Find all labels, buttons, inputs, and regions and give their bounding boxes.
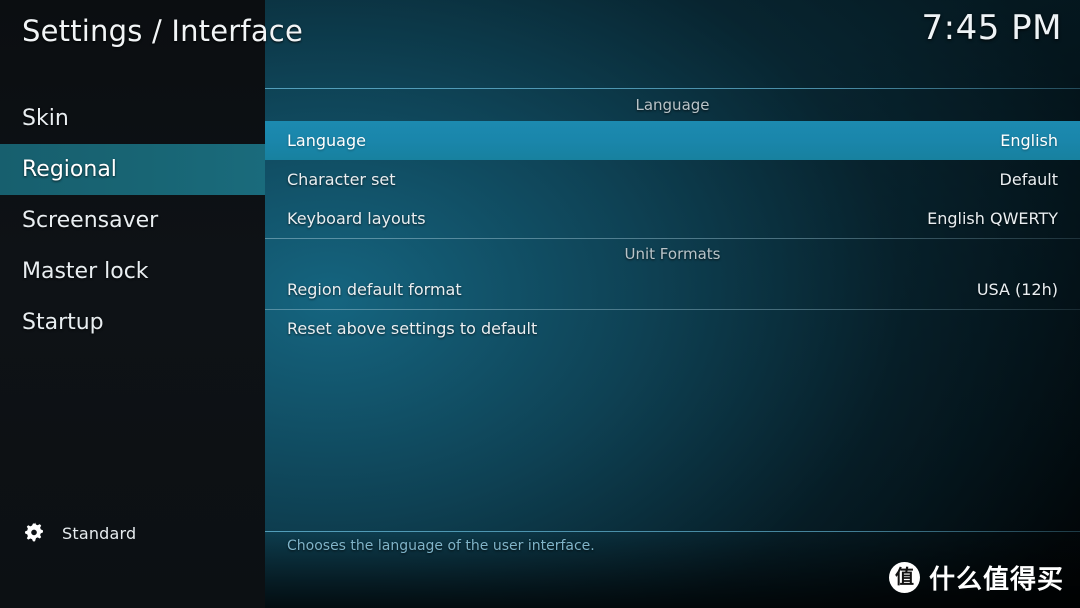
sidebar: Skin Regional Screensaver Master lock Startu… xyxy=(0,0,265,608)
settings-level-label: Standard xyxy=(62,523,137,543)
setting-description: Chooses the language of the user interfa… xyxy=(287,538,595,554)
watermark-logo-icon: 值 xyxy=(888,562,920,593)
sidebar-item-label: Screensaver xyxy=(22,208,159,233)
sidebar-item-skin[interactable]: Skin xyxy=(0,93,265,144)
setting-value: English QWERTY xyxy=(927,209,1058,228)
watermark-text: 什么值得买 xyxy=(928,565,1064,595)
top-bar: Settings / Interface 7:45 PM xyxy=(0,0,1080,88)
page-title: Settings / Interface xyxy=(22,14,303,48)
sidebar-item-label: Master lock xyxy=(22,259,149,284)
watermark: 值 什么值得买 xyxy=(888,559,1064,596)
setting-label: Language xyxy=(287,131,366,150)
setting-row[interactable]: Region default format USA (12h) xyxy=(265,270,1080,309)
setting-row[interactable]: Keyboard layouts English QWERTY xyxy=(265,199,1080,238)
setting-value: English xyxy=(1000,131,1058,150)
setting-label: Reset above settings to default xyxy=(287,319,538,338)
setting-value: USA (12h) xyxy=(976,280,1058,299)
clock: 7:45 PM xyxy=(921,8,1062,48)
settings-group-header: Unit Formats xyxy=(265,238,1080,270)
gear-icon xyxy=(22,520,48,546)
sidebar-item-label: Regional xyxy=(22,157,117,182)
sidebar-item-screensaver[interactable]: Screensaver xyxy=(0,195,265,246)
setting-row[interactable]: Character set Default xyxy=(265,160,1080,199)
settings-group-header: Language xyxy=(635,96,710,114)
setting-row[interactable]: Reset above settings to default xyxy=(265,309,1080,348)
sidebar-item-regional[interactable]: Regional xyxy=(0,144,265,195)
setting-value: Default xyxy=(999,170,1058,189)
settings-level-indicator[interactable]: Standard xyxy=(22,520,136,546)
help-divider xyxy=(265,531,1080,532)
setting-label: Region default format xyxy=(287,280,462,299)
header-divider xyxy=(265,88,1080,89)
sidebar-item-startup[interactable]: Startup xyxy=(0,297,265,348)
setting-label: Keyboard layouts xyxy=(287,209,426,228)
settings-list: Language Language English Character set Defa… xyxy=(265,89,1080,531)
setting-row[interactable]: Language English xyxy=(265,121,1080,160)
sidebar-item-label: Skin xyxy=(22,106,69,131)
setting-label: Character set xyxy=(287,170,396,189)
sidebar-category-list: Skin Regional Screensaver Master lock Startu… xyxy=(0,93,265,348)
kodi-settings-screen: Settings / Interface 7:45 PM Skin Regiona… xyxy=(0,0,1080,608)
sidebar-item-master-lock[interactable]: Master lock xyxy=(0,246,265,297)
sidebar-item-label: Startup xyxy=(22,310,104,335)
